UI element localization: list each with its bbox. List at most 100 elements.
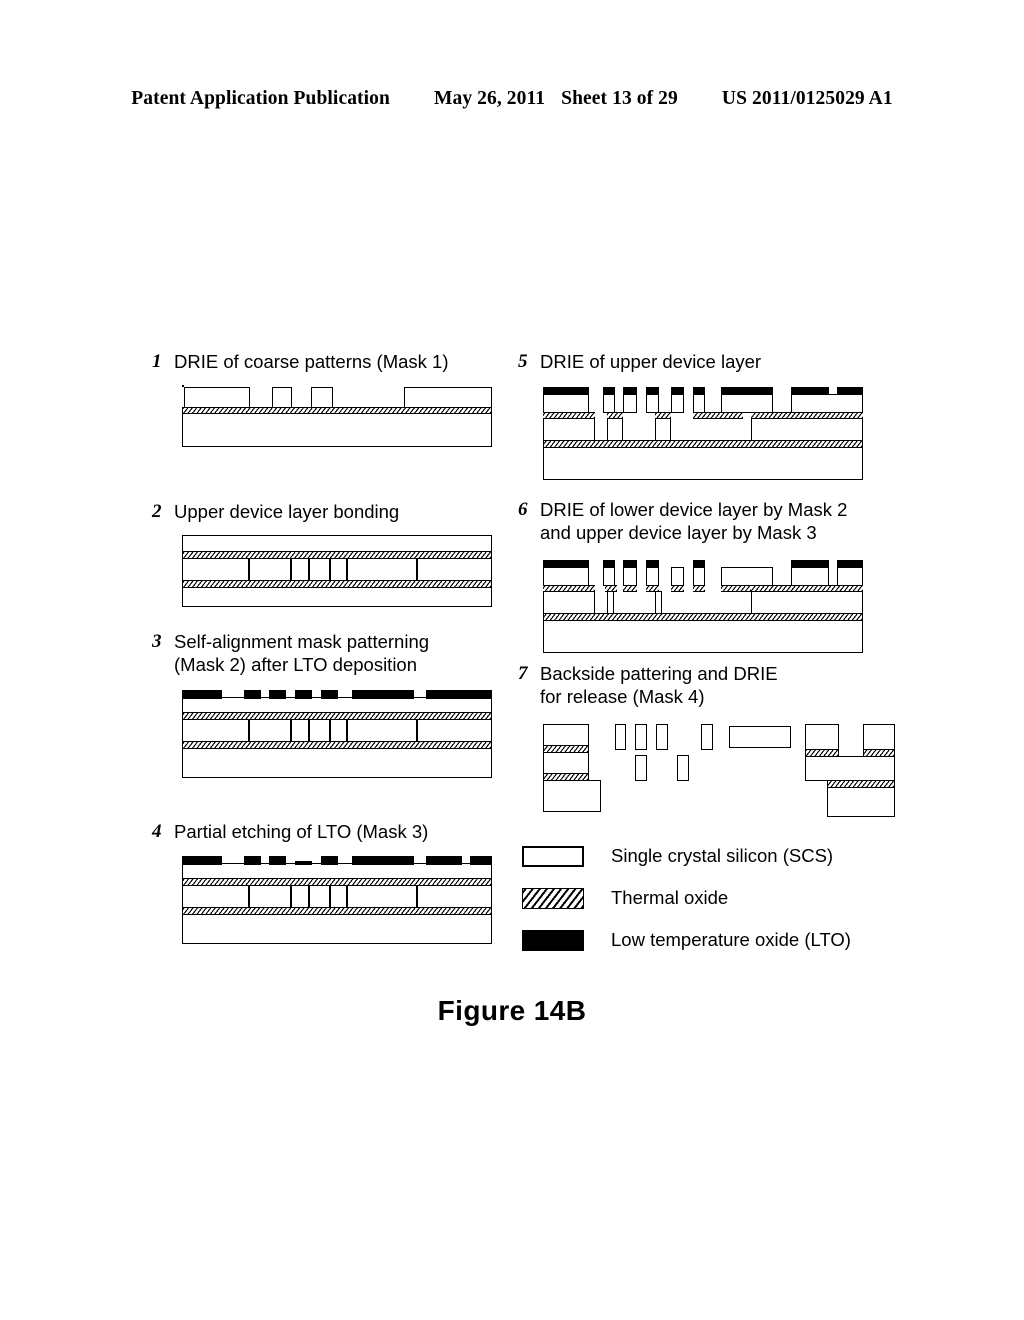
lto-cap xyxy=(791,560,829,568)
thermal-oxide-segment xyxy=(693,585,705,592)
step-2-number: 2 xyxy=(152,501,162,522)
lto-mask-block xyxy=(352,856,414,865)
trench-divider xyxy=(308,719,310,742)
legend: Single crystal silicon (SCS) Thermal oxi… xyxy=(522,835,851,961)
upper-device-pillar xyxy=(646,394,659,413)
trench-divider xyxy=(346,719,348,742)
upper-device-pillar xyxy=(721,567,773,586)
lto-cap xyxy=(693,387,705,395)
released-handle-block xyxy=(543,780,601,812)
lto-cap xyxy=(623,387,637,395)
lto-mask-block xyxy=(426,856,462,865)
upper-device-pillar xyxy=(693,567,705,586)
trench-divider xyxy=(290,558,292,581)
thermal-oxide-segment xyxy=(605,585,617,592)
step-5-heading: 5 DRIE of upper device layer xyxy=(518,350,888,373)
lto-cap xyxy=(543,560,589,568)
lto-cap xyxy=(837,560,863,568)
lto-cap xyxy=(646,387,659,395)
lto-mask-block xyxy=(295,690,312,699)
step-7: 7 Backside pattering and DRIE for releas… xyxy=(518,662,895,817)
figure-caption: Figure 14B xyxy=(437,995,587,1026)
lower-device-island xyxy=(751,591,863,614)
lto-cap xyxy=(623,560,637,568)
anchor-upper-block xyxy=(863,724,895,750)
released-beam-lower xyxy=(635,755,647,781)
step-3: 3 Self-alignment mask patterning (Mask 2… xyxy=(152,630,502,778)
trench-divider xyxy=(416,719,418,742)
anchor-upper-block xyxy=(805,724,839,750)
publication-date: May 26, 2011 xyxy=(433,88,546,109)
step-4: 4 Partial etching of LTO (Mask 3) xyxy=(152,820,502,944)
upper-device-pillar xyxy=(543,567,589,586)
substrate-scs xyxy=(543,447,863,480)
upper-device-layer xyxy=(182,863,492,879)
trench-divider xyxy=(329,885,331,908)
step-6-label: DRIE of lower device layer by Mask 2 and… xyxy=(540,499,848,543)
substrate-scs xyxy=(182,748,492,778)
released-beam xyxy=(701,724,713,750)
trench-divider xyxy=(346,558,348,581)
thermal-oxide-layer-lower xyxy=(182,741,492,749)
thermal-oxide-segment xyxy=(607,412,623,419)
step-4-label: Partial etching of LTO (Mask 3) xyxy=(174,821,429,842)
step-2-label: Upper device layer bonding xyxy=(174,501,400,522)
upper-device-pillar xyxy=(623,567,637,586)
thermal-oxide-segment xyxy=(671,585,684,592)
trench-divider xyxy=(290,885,292,908)
lower-device-layer xyxy=(182,558,492,581)
lto-cap xyxy=(603,560,615,568)
lower-device-island xyxy=(543,591,595,614)
trench-divider xyxy=(416,885,418,908)
anchor-handle-block xyxy=(827,787,895,817)
substrate-scs xyxy=(182,587,492,607)
lto-mask-block xyxy=(244,690,261,699)
lto-mask-block xyxy=(182,856,222,865)
lto-cap xyxy=(693,560,705,568)
released-beam xyxy=(615,724,626,750)
lower-device-beam xyxy=(607,591,614,614)
lower-device-island xyxy=(655,418,671,441)
lto-mask-block xyxy=(269,856,286,865)
upper-device-pillar xyxy=(671,567,684,586)
lower-device-island xyxy=(543,418,595,441)
upper-device-pillar xyxy=(791,567,829,586)
step-1-number: 1 xyxy=(152,351,162,372)
legend-row-scs: Single crystal silicon (SCS) xyxy=(522,835,851,877)
lto-mask-block xyxy=(321,690,338,699)
step-3-diagram xyxy=(182,690,492,778)
lower-device-layer xyxy=(182,885,492,908)
trench-divider xyxy=(248,885,250,908)
scs-block xyxy=(404,387,492,408)
step-7-heading: 7 Backside pattering and DRIE for releas… xyxy=(518,662,893,708)
patent-number: US 2011/0125029 A1 xyxy=(721,88,893,109)
lower-device-layer xyxy=(182,719,492,742)
scs-block xyxy=(272,387,292,408)
spacer xyxy=(182,385,184,387)
substrate-scs xyxy=(182,413,492,447)
step-7-number: 7 xyxy=(518,663,528,684)
step-2-diagram xyxy=(182,535,492,607)
trench-divider xyxy=(248,719,250,742)
step-1-label: DRIE of coarse patterns (Mask 1) xyxy=(174,351,449,372)
step-1: 1 DRIE of coarse patterns (Mask 1) xyxy=(152,350,502,447)
step-5-diagram xyxy=(543,385,863,480)
step-3-heading: 3 Self-alignment mask patterning (Mask 2… xyxy=(152,630,502,676)
upper-device-pillar xyxy=(646,567,659,586)
thermal-oxide-segment xyxy=(623,585,637,592)
trench-divider xyxy=(329,719,331,742)
legend-label-lto: Low temperature oxide (LTO) xyxy=(611,929,851,950)
thermal-oxide-layer-upper xyxy=(182,878,492,886)
lto-mask-block xyxy=(470,856,492,865)
lto-mask-block xyxy=(321,856,338,865)
scs-block xyxy=(311,387,333,408)
lto-mask-block xyxy=(182,690,222,699)
thermal-oxide-segment xyxy=(655,412,671,419)
lto-cap xyxy=(791,387,829,395)
upper-device-pillar xyxy=(603,394,615,413)
legend-label-thermal-oxide: Thermal oxide xyxy=(611,887,729,908)
released-beam xyxy=(656,724,668,750)
upper-device-pillar xyxy=(543,394,589,413)
step-4-number: 4 xyxy=(152,821,162,842)
step-6-heading: 6 DRIE of lower device layer by Mask 2 a… xyxy=(518,498,893,544)
